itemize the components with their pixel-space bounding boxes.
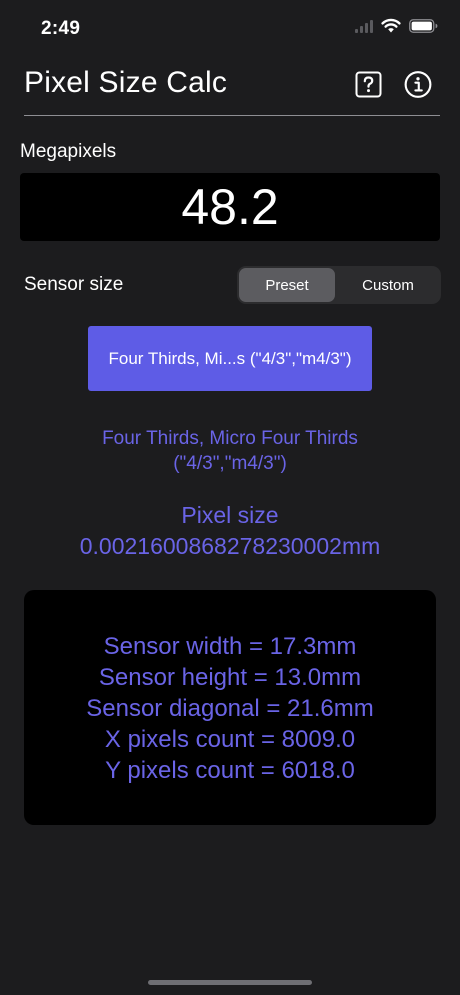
status-time: 2:49 bbox=[41, 18, 81, 39]
question-mark-square-icon bbox=[355, 71, 381, 97]
sensor-mode-segmented-control: Preset Custom bbox=[237, 266, 441, 304]
segment-preset[interactable]: Preset bbox=[239, 268, 335, 302]
sensor-width-result: Sensor width = 17.3mm bbox=[103, 633, 357, 660]
status-bar: 2:49 bbox=[0, 0, 460, 56]
pixel-size-title: Pixel size bbox=[181, 502, 279, 528]
sensor-diagonal-result: Sensor diagonal = 21.6mm bbox=[86, 695, 374, 722]
results-list: Sensor width = 17.3mm Sensor height = 13… bbox=[24, 631, 436, 786]
sensor-size-label: Sensor size bbox=[24, 274, 124, 295]
app-title: Pixel Size Calc bbox=[24, 66, 228, 99]
sensor-preset-button[interactable]: Four Thirds, Mi...s ("4/3","m4/3") bbox=[88, 326, 372, 391]
info-button[interactable] bbox=[404, 70, 432, 98]
battery-icon bbox=[409, 18, 438, 33]
y-pixels-result: Y pixels count = 6018.0 bbox=[105, 757, 355, 784]
home-indicator[interactable] bbox=[148, 980, 312, 985]
cellular-signal-icon bbox=[355, 19, 373, 33]
megapixels-label: Megapixels bbox=[20, 141, 117, 162]
app-header: Pixel Size Calc bbox=[24, 60, 440, 116]
megapixels-input[interactable]: 48.2 bbox=[20, 173, 440, 241]
wifi-icon bbox=[381, 18, 401, 33]
sensor-height-result: Sensor height = 13.0mm bbox=[98, 664, 362, 691]
sensor-description-line2: ("4/3","m4/3") bbox=[173, 453, 287, 474]
results-panel: Sensor width = 17.3mm Sensor height = 13… bbox=[24, 590, 436, 825]
info-circle-icon bbox=[404, 70, 432, 98]
x-pixels-result: X pixels count = 8009.0 bbox=[104, 726, 356, 753]
help-button[interactable] bbox=[354, 70, 382, 98]
segment-custom[interactable]: Custom bbox=[337, 268, 439, 302]
sensor-description-line1: Four Thirds, Micro Four Thirds bbox=[102, 428, 358, 449]
status-icons bbox=[355, 18, 438, 33]
sensor-description: Four Thirds, Micro Four Thirds ("4/3","m… bbox=[30, 426, 430, 476]
pixel-size-value: 0.0021600868278230002mm bbox=[79, 533, 381, 559]
